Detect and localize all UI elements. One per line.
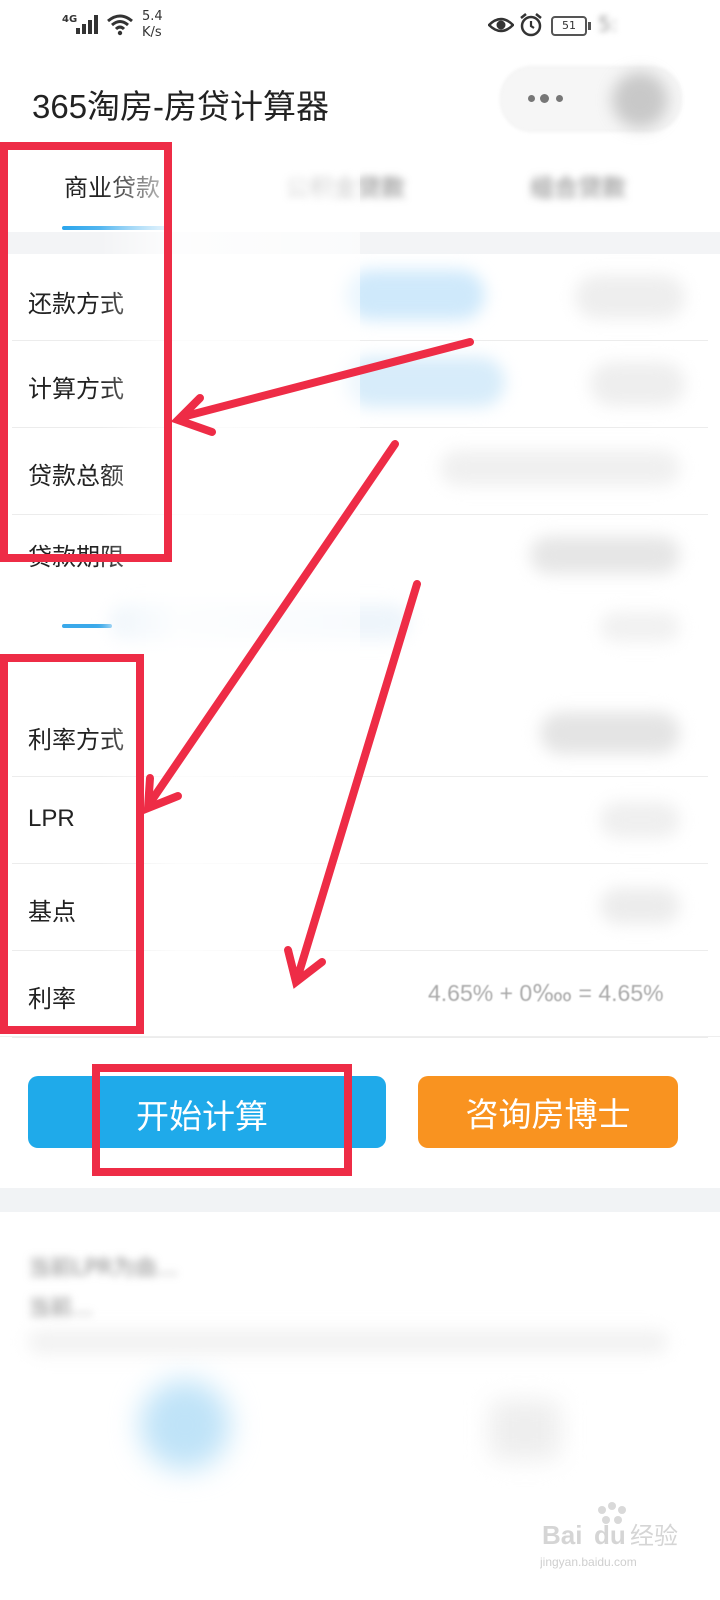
svg-text:经验: 经验 bbox=[630, 1522, 678, 1550]
bottom-nav-icon-home[interactable] bbox=[140, 1380, 230, 1470]
baidu-jingyan-watermark: Bai du 经验 jingyan.baidu.com bbox=[540, 1502, 678, 1569]
annotation-arrow-2 bbox=[148, 440, 399, 804]
svg-text:Bai: Bai bbox=[542, 1520, 582, 1550]
bottom-nav-icon-other[interactable] bbox=[490, 1400, 560, 1460]
svg-text:du: du bbox=[594, 1520, 626, 1550]
annotation-arrows bbox=[143, 338, 474, 989]
annotation-arrow-3 bbox=[294, 580, 421, 980]
annotation-arrow-1 bbox=[182, 338, 474, 420]
note-line-placeholder bbox=[28, 1330, 668, 1354]
lpr-note-line-2: 当前... bbox=[28, 1296, 93, 1321]
lpr-note-line-1: 当前LPR为由... bbox=[28, 1256, 178, 1281]
svg-text:jingyan.baidu.com: jingyan.baidu.com bbox=[540, 1555, 637, 1569]
section-divider-footer bbox=[0, 1188, 720, 1212]
